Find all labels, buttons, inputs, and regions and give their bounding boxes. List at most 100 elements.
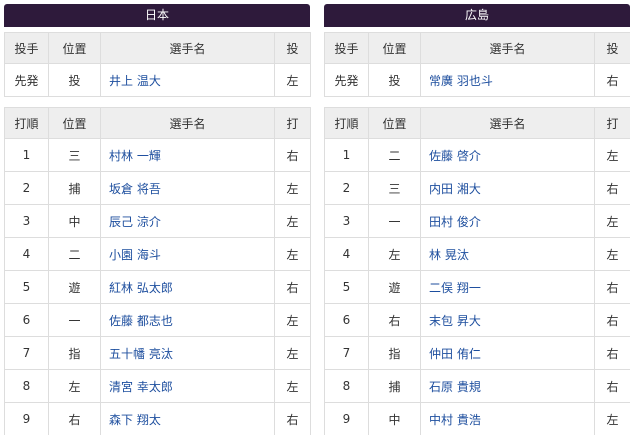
col-header: 投手 (4, 32, 49, 64)
position: 遊 (48, 270, 101, 304)
player-name-cell: 二俣 翔一 (420, 270, 595, 304)
batting-hand: 左 (594, 402, 630, 435)
pitcher-header-row: 投手 位置 選手名 投 (4, 32, 311, 64)
position: 二 (368, 138, 421, 172)
batting-order: 1 (324, 138, 369, 172)
player-name-cell: 仲田 侑仁 (420, 336, 595, 370)
batting-hand: 左 (274, 369, 311, 403)
col-header: 打 (274, 107, 311, 139)
player-link[interactable]: 坂倉 将吾 (109, 182, 161, 196)
col-header: 選手名 (100, 32, 275, 64)
pitcher-hand: 左 (274, 63, 311, 97)
table-row: 5 遊 紅林 弘太郎 右 (4, 270, 311, 304)
position: 捕 (368, 369, 421, 403)
pitcher-position: 投 (48, 63, 101, 97)
batting-hand: 左 (274, 303, 311, 337)
batting-order: 5 (324, 270, 369, 304)
position: 右 (368, 303, 421, 337)
table-row: 7 指 五十幡 亮汰 左 (4, 336, 311, 370)
player-link[interactable]: 常廣 羽也斗 (429, 74, 493, 88)
player-link[interactable]: 林 晃汰 (429, 248, 469, 262)
batting-hand: 左 (594, 204, 630, 238)
team-panel-nihon: 日本 投手 位置 選手名 投 先発 投 井上 温大 左 打順 位置 選手名 打 … (4, 4, 311, 435)
player-name-cell: 清宮 幸太郎 (100, 369, 275, 403)
batting-hand: 左 (594, 237, 630, 271)
player-link[interactable]: 清宮 幸太郎 (109, 380, 173, 394)
player-name-cell: 末包 昇大 (420, 303, 595, 337)
batting-hand: 左 (274, 204, 311, 238)
batting-order: 2 (4, 171, 49, 205)
team-panel-hiroshima: 広島 投手 位置 選手名 投 先発 投 常廣 羽也斗 右 打順 位置 選手名 打… (324, 4, 630, 435)
player-name-cell: 田村 俊介 (420, 204, 595, 238)
pitcher-table: 投手 位置 選手名 投 先発 投 井上 温大 左 (4, 32, 311, 97)
position: 中 (368, 402, 421, 435)
table-row: 6 一 佐藤 都志也 左 (4, 303, 311, 337)
batting-order: 4 (324, 237, 369, 271)
player-name-cell: 佐藤 都志也 (100, 303, 275, 337)
col-header: 選手名 (420, 32, 595, 64)
batting-order: 5 (4, 270, 49, 304)
player-name-cell: 五十幡 亮汰 (100, 336, 275, 370)
team-header: 広島 (324, 4, 630, 27)
col-header: 位置 (48, 32, 101, 64)
batting-hand: 右 (274, 270, 311, 304)
col-header: 位置 (48, 107, 101, 139)
batting-order: 8 (4, 369, 49, 403)
col-header: 選手名 (100, 107, 275, 139)
batting-hand: 左 (594, 138, 630, 172)
player-link[interactable]: 小園 海斗 (109, 248, 161, 262)
player-link[interactable]: 末包 昇大 (429, 314, 481, 328)
position: 指 (368, 336, 421, 370)
player-link[interactable]: 田村 俊介 (429, 215, 481, 229)
player-link[interactable]: 井上 温大 (109, 74, 161, 88)
position: 左 (48, 369, 101, 403)
pitcher-name-cell: 井上 温大 (100, 63, 275, 97)
lineup-header-row: 打順 位置 選手名 打 (324, 107, 630, 139)
player-link[interactable]: 中村 貴浩 (429, 413, 481, 427)
table-row: 6 右 末包 昇大 右 (324, 303, 630, 337)
player-name-cell: 坂倉 将吾 (100, 171, 275, 205)
player-link[interactable]: 村林 一輝 (109, 149, 161, 163)
position: 二 (48, 237, 101, 271)
batting-order: 9 (324, 402, 369, 435)
player-name-cell: 村林 一輝 (100, 138, 275, 172)
pitcher-position: 投 (368, 63, 421, 97)
batting-order: 9 (4, 402, 49, 435)
table-row: 5 遊 二俣 翔一 右 (324, 270, 630, 304)
player-link[interactable]: 石原 貴規 (429, 380, 481, 394)
position: 捕 (48, 171, 101, 205)
player-link[interactable]: 佐藤 啓介 (429, 149, 481, 163)
batting-order: 3 (4, 204, 49, 238)
table-row: 4 二 小園 海斗 左 (4, 237, 311, 271)
team-header: 日本 (4, 4, 310, 27)
player-link[interactable]: 仲田 侑仁 (429, 347, 481, 361)
player-link[interactable]: 五十幡 亮汰 (109, 347, 173, 361)
player-link[interactable]: 佐藤 都志也 (109, 314, 173, 328)
pitcher-name-cell: 常廣 羽也斗 (420, 63, 595, 97)
batting-hand: 右 (594, 336, 630, 370)
pitcher-row: 先発 投 井上 温大 左 (4, 63, 311, 97)
position: 右 (48, 402, 101, 435)
pitcher-table: 投手 位置 選手名 投 先発 投 常廣 羽也斗 右 (324, 32, 630, 97)
player-link[interactable]: 森下 翔太 (109, 413, 161, 427)
col-header: 打順 (4, 107, 49, 139)
player-name-cell: 林 晃汰 (420, 237, 595, 271)
position: 一 (48, 303, 101, 337)
pitcher-hand: 右 (594, 63, 630, 97)
batting-order: 4 (4, 237, 49, 271)
col-header: 選手名 (420, 107, 595, 139)
player-link[interactable]: 二俣 翔一 (429, 281, 481, 295)
table-row: 4 左 林 晃汰 左 (324, 237, 630, 271)
position: 遊 (368, 270, 421, 304)
table-row: 1 三 村林 一輝 右 (4, 138, 311, 172)
table-row: 9 右 森下 翔太 右 (4, 402, 311, 435)
player-link[interactable]: 辰己 涼介 (109, 215, 161, 229)
col-header: 投 (274, 32, 311, 64)
position: 左 (368, 237, 421, 271)
player-link[interactable]: 紅林 弘太郎 (109, 281, 173, 295)
player-link[interactable]: 内田 湘大 (429, 182, 481, 196)
batting-hand: 右 (594, 303, 630, 337)
table-row: 3 一 田村 俊介 左 (324, 204, 630, 238)
player-name-cell: 中村 貴浩 (420, 402, 595, 435)
table-row: 8 捕 石原 貴規 右 (324, 369, 630, 403)
